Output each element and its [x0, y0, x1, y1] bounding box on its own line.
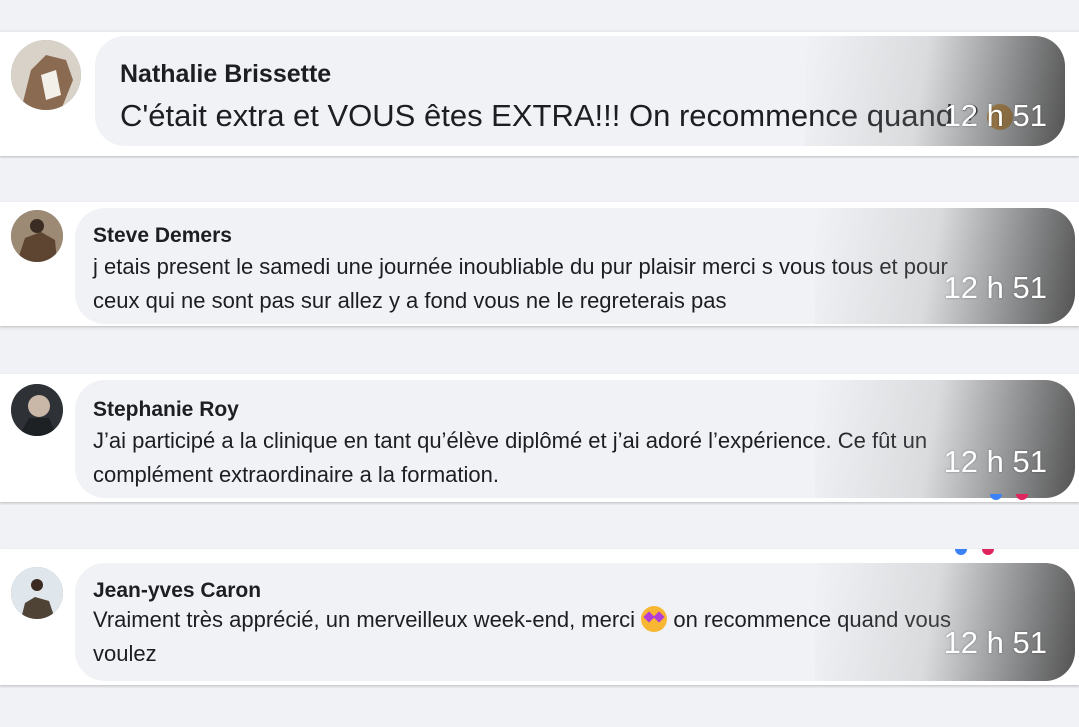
comment-timestamp[interactable]: 12 h 51 — [944, 625, 1047, 661]
comment-author[interactable]: Stephanie Roy — [93, 398, 239, 422]
horse-photo-icon — [11, 40, 81, 110]
comment-bubble: Nathalie Brissette C'était extra et VOUS… — [95, 36, 1065, 146]
feed-strip — [0, 158, 1079, 202]
comment-bubble: Steve Demers j etais present le samedi u… — [75, 208, 1075, 324]
reaction-icon[interactable] — [955, 549, 967, 555]
comment-card: Steve Demers j etais present le samedi u… — [0, 202, 1079, 326]
reaction-icon[interactable] — [1016, 494, 1028, 500]
comment-bubble: Stephanie Roy J’ai participé a la cliniq… — [75, 380, 1075, 498]
comment-text: j etais present le samedi une journée in… — [93, 254, 948, 314]
feed-strip — [0, 505, 1079, 549]
rider-photo-icon — [11, 210, 63, 262]
comment-author[interactable]: Steve Demers — [93, 224, 232, 248]
star-struck-face-icon — [641, 606, 668, 632]
comment-author[interactable]: Nathalie Brissette — [120, 60, 331, 89]
comment-bubble: Jean-yves Caron Vraiment très apprécié, … — [75, 563, 1075, 681]
rider-photo-icon — [11, 567, 63, 619]
avatar[interactable] — [11, 210, 63, 262]
feed-strip — [0, 330, 1079, 374]
comment-author[interactable]: Jean-yves Caron — [93, 579, 261, 603]
person-photo-icon — [11, 384, 63, 436]
avatar[interactable] — [11, 40, 81, 110]
feed-strip — [0, 0, 1079, 30]
comment-text: Vraiment très apprécié, un merveilleux w… — [93, 606, 951, 667]
reaction-icon[interactable] — [982, 549, 994, 555]
comment-text: C'était extra et VOUS êtes EXTRA!!! On r… — [120, 92, 1014, 140]
avatar[interactable] — [11, 384, 63, 436]
comment-card: Nathalie Brissette C'était extra et VOUS… — [0, 32, 1079, 156]
comment-text: J’ai participé a la clinique en tant qu’… — [93, 428, 928, 488]
comment-timestamp[interactable]: 12 h 51 — [944, 444, 1047, 480]
reaction-icon[interactable] — [990, 494, 1002, 500]
comment-card: Stephanie Roy J’ai participé a la cliniq… — [0, 374, 1079, 502]
comment-timestamp[interactable]: 12 h 51 — [944, 270, 1047, 306]
feed-strip — [0, 688, 1079, 727]
comment-card: Jean-yves Caron Vraiment très apprécié, … — [0, 549, 1079, 685]
comment-timestamp[interactable]: 12 h 51 — [944, 98, 1047, 134]
avatar[interactable] — [11, 567, 63, 619]
